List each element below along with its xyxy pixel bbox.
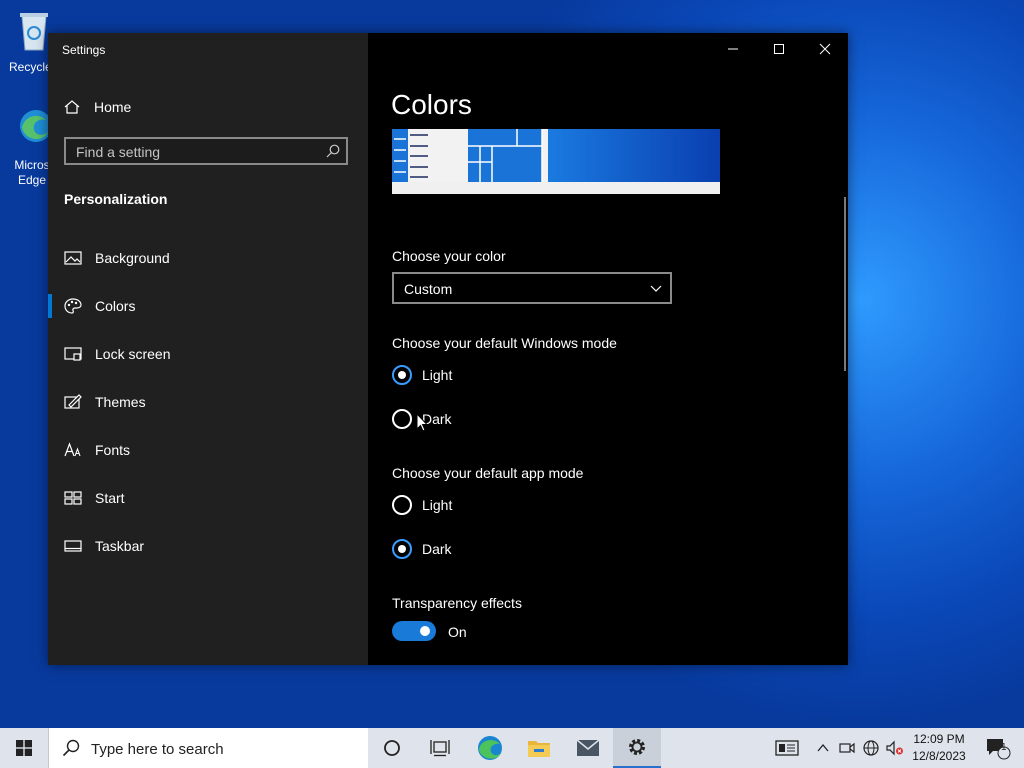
color-dropdown[interactable]: Custom	[392, 272, 672, 304]
edge-icon	[478, 736, 502, 760]
sidebar-item-taskbar[interactable]: Taskbar	[48, 526, 368, 566]
folder-icon	[528, 741, 550, 757]
notification-count: 1	[1001, 742, 1007, 753]
search-icon[interactable]	[326, 144, 340, 158]
news-icon	[775, 740, 799, 756]
start-icon	[64, 491, 82, 505]
choose-color-label: Choose your color	[392, 248, 506, 264]
app-mode-dark-radio[interactable]: Dark	[392, 539, 452, 559]
clock-date: 12/8/2023	[912, 749, 966, 763]
chevron-up-icon	[817, 743, 829, 752]
fonts-icon	[64, 442, 81, 457]
volume-muted-icon	[886, 740, 903, 756]
minimize-icon	[728, 48, 738, 50]
windows-mode-light-radio[interactable]: Light	[392, 365, 452, 385]
toggle-knob	[420, 626, 430, 636]
app-mode-label: Choose your default app mode	[392, 465, 584, 481]
picture-icon	[64, 251, 82, 265]
transparency-toggle[interactable]	[392, 621, 436, 641]
radio-label: Light	[422, 367, 453, 383]
maximize-icon	[774, 44, 784, 54]
nav-home[interactable]: Home	[64, 97, 131, 117]
sidebar-item-label: Colors	[95, 298, 136, 314]
show-hidden-icons-button[interactable]	[812, 728, 834, 768]
mouse-cursor-icon	[416, 413, 428, 432]
radio-label: Dark	[422, 541, 452, 557]
sidebar-item-background[interactable]: Background	[48, 238, 368, 278]
meet-now-button[interactable]	[836, 728, 858, 768]
settings-taskbar-button[interactable]	[613, 728, 661, 768]
sidebar: Settings Home Personalization Background	[48, 33, 368, 665]
sidebar-item-label: Fonts	[95, 442, 131, 458]
radio-selected-indicator	[392, 365, 412, 385]
taskbar-edge-button[interactable]	[466, 728, 514, 768]
lock-screen-icon	[64, 347, 82, 361]
taskbar-search-input[interactable]	[89, 738, 353, 760]
windows-mode-label: Choose your default Windows mode	[392, 335, 617, 351]
radio-unselected-indicator	[392, 409, 412, 429]
search-box[interactable]	[64, 137, 348, 165]
globe-icon	[863, 740, 879, 756]
sidebar-item-label: Start	[95, 490, 125, 506]
notification-icon	[987, 739, 1011, 760]
system-clock[interactable]: 12:09 PM 12/8/2023	[904, 731, 974, 765]
nav-home-label: Home	[94, 99, 132, 115]
desktop-icon-label: Recycle	[9, 60, 52, 74]
window-title: Settings	[62, 43, 106, 57]
home-icon	[64, 100, 80, 114]
mail-icon	[576, 739, 600, 756]
sidebar-item-label: Themes	[95, 394, 146, 410]
transparency-label: Transparency effects	[392, 595, 522, 611]
gear-icon	[629, 739, 645, 755]
radio-label: Light	[422, 497, 453, 513]
sidebar-item-lock-screen[interactable]: Lock screen	[48, 334, 368, 374]
network-button[interactable]	[860, 728, 882, 768]
task-view-icon	[430, 740, 450, 757]
sidebar-item-label: Background	[95, 250, 170, 266]
close-button[interactable]	[802, 33, 848, 65]
sidebar-item-colors[interactable]: Colors	[48, 286, 368, 326]
app-mode-light-radio[interactable]: Light	[392, 495, 452, 515]
sidebar-item-fonts[interactable]: Fonts	[48, 430, 368, 470]
volume-button[interactable]	[884, 728, 906, 768]
windows-logo-icon	[16, 740, 32, 756]
themes-icon	[64, 394, 82, 409]
section-title: Personalization	[64, 191, 168, 207]
taskbar-search[interactable]	[48, 728, 368, 768]
minimize-button[interactable]	[710, 33, 756, 65]
palette-icon	[64, 298, 82, 314]
color-dropdown-value: Custom	[404, 281, 453, 297]
content-pane: Colors Choose your color Custom Choose y…	[368, 33, 848, 665]
sidebar-item-start[interactable]: Start	[48, 478, 368, 518]
sidebar-item-themes[interactable]: Themes	[48, 382, 368, 422]
search-input[interactable]	[74, 139, 318, 165]
close-icon	[819, 43, 831, 55]
desktop-icon-label: Micros Edge	[14, 158, 50, 187]
camera-icon	[839, 742, 855, 754]
radio-unselected-indicator	[392, 495, 412, 515]
active-indicator	[48, 294, 52, 318]
news-button[interactable]	[772, 728, 802, 768]
cortana-icon	[384, 740, 400, 756]
page-title: Colors	[391, 89, 472, 120]
sidebar-item-label: Lock screen	[95, 346, 171, 362]
sidebar-item-label: Taskbar	[95, 538, 145, 554]
cortana-button[interactable]	[368, 728, 416, 768]
search-icon	[62, 739, 80, 757]
clock-time: 12:09 PM	[913, 732, 965, 746]
file-explorer-button[interactable]	[515, 728, 563, 768]
maximize-button[interactable]	[756, 33, 802, 65]
mail-button[interactable]	[564, 728, 612, 768]
taskbar: 12:09 PM 12/8/2023 1	[0, 728, 1024, 768]
action-center-button[interactable]: 1	[978, 728, 1018, 768]
scrollbar-thumb[interactable]	[844, 197, 846, 371]
transparency-state: On	[448, 624, 467, 640]
taskbar-icon	[64, 540, 82, 552]
settings-window: Settings Home Personalization Background	[48, 33, 848, 665]
task-view-button[interactable]	[416, 728, 464, 768]
radio-selected-indicator	[392, 539, 412, 559]
color-preview-image	[392, 129, 720, 194]
start-button[interactable]	[0, 728, 48, 768]
chevron-down-icon	[650, 285, 662, 292]
